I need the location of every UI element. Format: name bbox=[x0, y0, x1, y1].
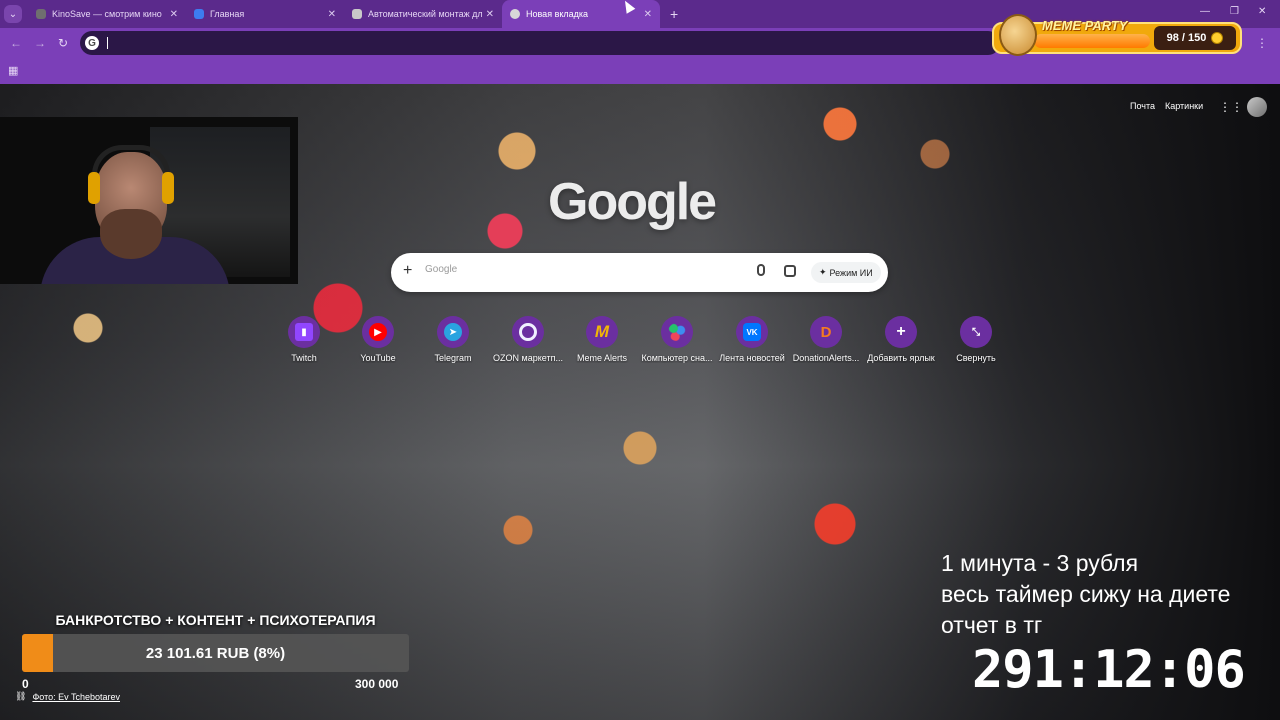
ai-mode-button[interactable]: ✦ Режим ИИ bbox=[811, 262, 881, 283]
tab-title: Автоматический монтаж для bbox=[368, 9, 482, 19]
google-logo: Google bbox=[548, 173, 717, 231]
tab-title: KinoSave — смотрим кино bbox=[52, 9, 162, 19]
sparkle-search-icon: ✦ bbox=[819, 267, 827, 277]
google-g-icon: G bbox=[85, 36, 99, 50]
tab-home[interactable]: Главная ✕ bbox=[186, 0, 344, 28]
new-tab-plus-icon[interactable]: + bbox=[670, 6, 678, 22]
collapse-shortcuts-button[interactable]: ⤡ Свернуть bbox=[936, 316, 1016, 363]
meme-party-counter: 98 / 150 bbox=[1154, 26, 1236, 50]
restore-icon[interactable]: ❐ bbox=[1230, 6, 1239, 17]
tab-new-tab[interactable]: Новая вкладка ✕ bbox=[502, 0, 660, 28]
memealerts-icon: M bbox=[594, 322, 610, 341]
close-icon[interactable]: ✕ bbox=[170, 9, 178, 20]
timer-rules: 1 минута - 3 рубля весь таймер сижу на д… bbox=[941, 548, 1280, 641]
add-plus-icon[interactable]: + bbox=[403, 262, 412, 280]
close-icon[interactable]: ✕ bbox=[644, 9, 652, 20]
donation-goal-title: БАНКРОТСТВО + КОНТЕНТ + ПСИХОТЕРАПИЯ bbox=[55, 612, 376, 628]
webcam-streamer-beard bbox=[100, 209, 162, 259]
youtube-icon: ▶ bbox=[369, 323, 387, 341]
shortcut-twitch[interactable]: ▮ Twitch bbox=[264, 316, 344, 363]
search-box: + ✦ Режим ИИ bbox=[391, 253, 888, 292]
text-caret bbox=[107, 37, 108, 49]
shortcut-label: Meme Alerts bbox=[576, 353, 627, 363]
doge-icon bbox=[999, 14, 1037, 56]
images-link[interactable]: Картинки bbox=[1165, 101, 1203, 111]
tab-auto-montage[interactable]: Автоматический монтаж для ✕ bbox=[344, 0, 502, 28]
tab-title: Главная bbox=[210, 9, 245, 19]
donation-goal-max: 300 000 bbox=[355, 677, 399, 691]
donation-goal-min: 0 bbox=[22, 677, 29, 691]
tab-search-button[interactable]: ⌄ bbox=[4, 5, 22, 23]
timer-rule-line: отчет в тг bbox=[941, 612, 1043, 638]
avatar[interactable] bbox=[1247, 97, 1267, 117]
tab-title: Новая вкладка bbox=[526, 9, 589, 19]
meme-party-count: 98 / 150 bbox=[1166, 32, 1207, 44]
bookmarks-bar: ▦ bbox=[0, 58, 1280, 84]
vk-icon: VK bbox=[743, 323, 761, 341]
shortcut-label: Telegram bbox=[434, 353, 472, 363]
shortcut-youtube[interactable]: ▶ YouTube bbox=[338, 316, 418, 363]
search-input[interactable] bbox=[425, 264, 725, 275]
headphone-left bbox=[88, 172, 100, 204]
timer-rule-line: 1 минута - 3 рубля bbox=[941, 550, 1139, 576]
address-bar[interactable]: G bbox=[80, 31, 1000, 55]
webcam-overlay bbox=[0, 117, 298, 284]
shortcut-computer[interactable]: Компьютер сна... bbox=[637, 316, 717, 363]
ai-mode-label: Режим ИИ bbox=[829, 267, 873, 278]
shortcut-label: OZON маркетп... bbox=[493, 353, 563, 363]
shortcut-telegram[interactable]: ➤ Telegram bbox=[413, 316, 493, 363]
shortcut-label: Свернуть bbox=[956, 353, 996, 363]
montage-favicon-icon bbox=[352, 9, 362, 19]
timer-rule-line: весь таймер сижу на диете bbox=[941, 581, 1231, 607]
meme-party-widget: MEME PARTY 98 / 150 bbox=[992, 14, 1242, 56]
minimize-icon[interactable]: — bbox=[1200, 6, 1210, 17]
gmail-link[interactable]: Почта bbox=[1130, 101, 1155, 111]
home-favicon-icon bbox=[194, 9, 204, 19]
microphone-icon[interactable] bbox=[757, 264, 765, 276]
google-lens-icon[interactable] bbox=[784, 265, 796, 277]
telegram-icon: ➤ bbox=[444, 323, 462, 341]
shortcut-vk-feed[interactable]: VK Лента новостей bbox=[712, 316, 792, 363]
donation-goal-bar: 23 101.61 RUB (8%) bbox=[22, 634, 409, 672]
tab-kinosave[interactable]: KinoSave — смотрим кино ✕ bbox=[28, 0, 186, 28]
chevron-down-icon: ⌄ bbox=[8, 8, 18, 20]
apps-grid-icon[interactable]: ▦ bbox=[8, 64, 18, 77]
photo-credit[interactable]: ⛓ Фото: Ev Tchebotarev bbox=[15, 691, 120, 702]
close-icon[interactable]: ✕ bbox=[328, 9, 336, 20]
plus-icon: + bbox=[896, 323, 906, 340]
back-icon[interactable]: ← bbox=[10, 36, 22, 50]
shortcut-label: Компьютер сна... bbox=[641, 353, 713, 363]
twitch-icon: ▮ bbox=[295, 323, 313, 341]
forward-icon[interactable]: → bbox=[34, 36, 46, 50]
computer-icon bbox=[668, 323, 686, 341]
coin-icon bbox=[1211, 32, 1224, 44]
kinosave-favicon-icon bbox=[36, 9, 46, 19]
shortcut-label: Twitch bbox=[291, 353, 317, 363]
donation-goal-amount: 23 101.61 RUB (8%) bbox=[145, 644, 286, 662]
ozon-icon bbox=[519, 323, 537, 341]
shortcut-label: Добавить ярлык bbox=[867, 353, 935, 363]
photo-credit-text: Фото: Ev Tchebotarev bbox=[32, 691, 120, 702]
shortcut-ozon[interactable]: OZON маркетп... bbox=[488, 316, 568, 363]
headphone-right bbox=[162, 172, 174, 204]
shortcut-meme-alerts[interactable]: M Meme Alerts bbox=[562, 316, 642, 363]
subathon-timer: 291:12:06 bbox=[972, 640, 1246, 700]
shortcut-label: DonationAlerts... bbox=[792, 353, 860, 363]
link-icon: ⛓ bbox=[15, 691, 27, 701]
meme-party-title: MEME PARTY bbox=[1042, 18, 1128, 33]
close-icon[interactable]: ✕ bbox=[486, 9, 494, 20]
meme-party-progress bbox=[1034, 34, 1150, 48]
shortcut-label: YouTube bbox=[360, 353, 396, 363]
shortcuts-row: ▮ Twitch ▶ YouTube ➤ Telegram OZON марке… bbox=[0, 316, 1280, 376]
shortcut-label: Лента новостей bbox=[719, 353, 785, 363]
window-close-icon[interactable]: ✕ bbox=[1258, 6, 1266, 17]
donationalerts-icon: D bbox=[820, 323, 832, 341]
add-shortcut-button[interactable]: + Добавить ярлык bbox=[861, 316, 941, 363]
chrome-favicon-icon bbox=[510, 9, 520, 19]
shortcut-donationalerts[interactable]: D DonationAlerts... bbox=[786, 316, 866, 363]
collapse-icon: ⤡ bbox=[972, 326, 980, 338]
reload-icon[interactable]: ↻ bbox=[58, 36, 68, 50]
kebab-menu-icon[interactable]: ⋮ bbox=[1256, 36, 1268, 50]
